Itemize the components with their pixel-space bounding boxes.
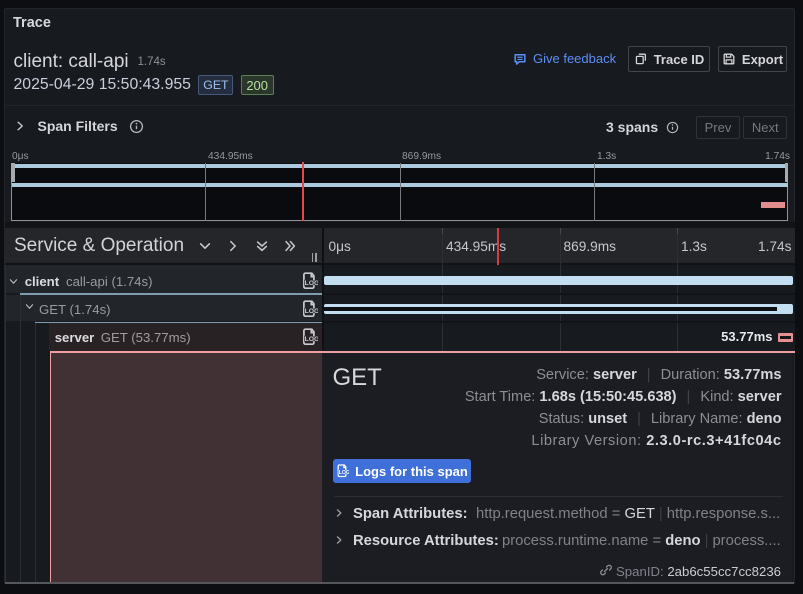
svg-text:LOG: LOG [305,308,318,315]
svg-text:LOG: LOG [305,336,318,343]
svg-text:LOG: LOG [339,470,349,476]
svg-text:LOG: LOG [305,280,318,287]
